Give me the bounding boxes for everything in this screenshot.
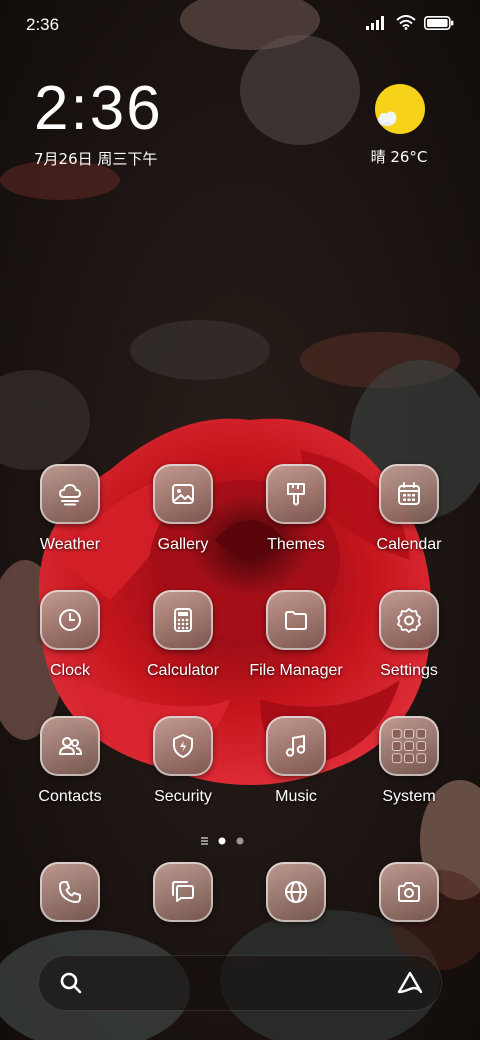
app-tile [379, 464, 439, 524]
app-security[interactable]: Security [127, 716, 239, 806]
clock-date: 7月26日 周三下午 [34, 150, 158, 168]
app-tile [266, 862, 326, 922]
app-tile [40, 590, 100, 650]
app-tile [40, 862, 100, 922]
wifi-icon [396, 15, 416, 30]
weather-text: 晴 26°C [370, 148, 428, 166]
app-label: Themes [267, 536, 325, 553]
calculator-icon [174, 608, 192, 632]
calendar-icon [398, 482, 420, 505]
search-bar[interactable] [38, 955, 442, 1011]
app-tile [379, 590, 439, 650]
clock-icon [59, 609, 81, 631]
app-gallery[interactable]: Gallery [127, 464, 239, 554]
app-label: File Manager [249, 662, 343, 679]
sunny-weather-icon [373, 84, 425, 136]
app-label: Weather [39, 536, 101, 553]
image-icon [172, 484, 194, 504]
phone-icon [59, 881, 81, 903]
app-file-manager[interactable]: File Manager [240, 590, 352, 680]
app-tile [266, 590, 326, 650]
app-label: Settings [380, 662, 438, 679]
app-weather[interactable]: Weather [14, 464, 126, 554]
status-bar: 2:36 [0, 0, 480, 50]
clock-time: 2:36 [34, 74, 163, 143]
app-label: System [382, 788, 436, 805]
app-tile [40, 464, 100, 524]
dock-browser[interactable] [240, 862, 352, 922]
dock-phone[interactable] [14, 862, 126, 922]
app-tile [266, 716, 326, 776]
app-calendar[interactable]: Calendar [353, 464, 465, 554]
app-tile [266, 464, 326, 524]
status-time: 2:36 [26, 15, 60, 34]
app-tile [379, 862, 439, 922]
app-label: Clock [49, 662, 90, 679]
app-settings[interactable]: Settings [353, 590, 465, 680]
signal-icon [366, 15, 384, 30]
page-dot-active [218, 837, 226, 845]
app-label: Gallery [157, 536, 209, 553]
app-calculator[interactable]: Calculator [127, 590, 239, 680]
page-dot [236, 837, 244, 845]
dock-camera[interactable] [353, 862, 465, 922]
brush-icon [287, 483, 305, 506]
people-icon [59, 737, 83, 755]
app-music[interactable]: Music [240, 716, 352, 806]
dock-messages[interactable] [127, 862, 239, 922]
messages-icon [172, 881, 194, 902]
app-label: Security [154, 788, 212, 805]
app-label: Calendar [376, 536, 442, 553]
app-tile [40, 716, 100, 776]
page-indicator [0, 831, 480, 845]
battery-icon [424, 15, 454, 30]
gear-icon [397, 608, 421, 633]
clock-widget[interactable]: 2:36 7月26日 周三下午 [34, 78, 163, 169]
app-contacts[interactable]: Contacts [14, 716, 126, 806]
camera-icon [398, 882, 420, 902]
shield-icon [173, 734, 193, 758]
feed-lines-icon [201, 837, 208, 845]
app-tile [153, 862, 213, 922]
app-label: Contacts [38, 788, 102, 805]
cloud-icon [59, 484, 81, 506]
app-label: Music [275, 788, 317, 805]
app-themes[interactable]: Themes [240, 464, 352, 554]
app-clock[interactable]: Clock [14, 590, 126, 680]
app-tile [153, 464, 213, 524]
music-note-icon [285, 735, 306, 757]
app-tile [153, 590, 213, 650]
folder-icon [285, 611, 307, 630]
search-icon [60, 972, 82, 994]
app-tile [153, 716, 213, 776]
assistant-icon[interactable] [395, 970, 425, 996]
folder-grid-icon [391, 728, 427, 764]
app-system-folder[interactable]: System [353, 716, 465, 806]
weather-widget[interactable]: 晴 26°C [354, 84, 444, 167]
globe-icon [285, 881, 307, 903]
app-tile [379, 716, 439, 776]
app-label: Calculator [146, 662, 220, 679]
